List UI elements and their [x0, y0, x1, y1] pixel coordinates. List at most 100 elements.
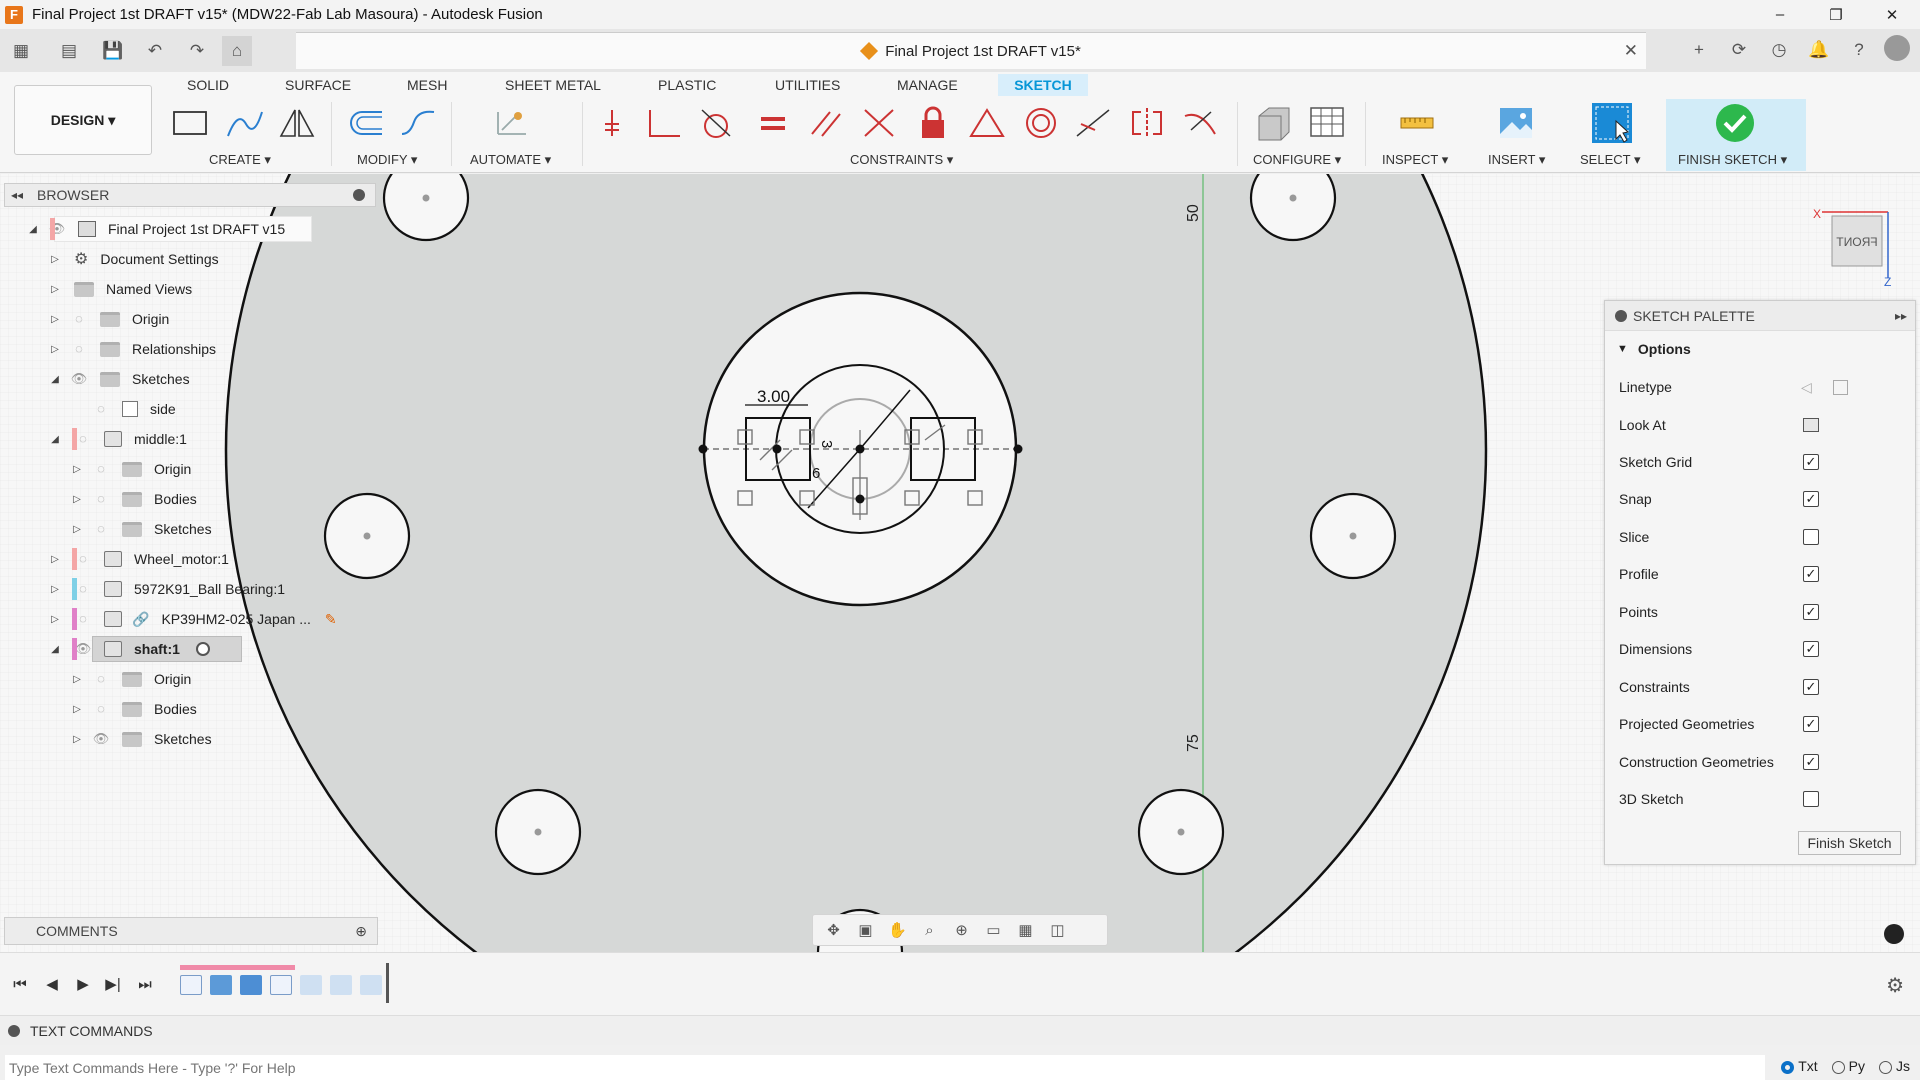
timeline-extrude-icon[interactable] — [240, 975, 262, 995]
text-commands-header[interactable]: TEXT COMMANDS — [0, 1015, 1920, 1045]
constraints-group-label[interactable]: CONSTRAINTS ▾ — [850, 152, 953, 168]
tab-utilities[interactable]: UTILITIES — [767, 74, 848, 96]
palette-row-constraints[interactable]: Constraints ✓ — [1619, 672, 1904, 702]
tree-item-shaft-bodies[interactable]: ▷ ◌ Bodies — [70, 696, 197, 722]
rectangle-tool-icon[interactable] — [168, 102, 212, 144]
tree-item-document-settings[interactable]: ▷ ⚙ Document Settings — [48, 246, 219, 272]
triangle-constraint-icon[interactable] — [965, 102, 1009, 144]
equal-constraint-icon[interactable] — [751, 102, 795, 144]
go-to-start-icon[interactable]: ⏮ — [9, 973, 31, 995]
timeline-extrude-icon[interactable] — [210, 975, 232, 995]
line-tool-icon[interactable] — [222, 102, 266, 144]
parallel-constraint-icon[interactable] — [804, 102, 848, 144]
document-tab[interactable]: Final Project 1st DRAFT v15* ✕ — [296, 32, 1646, 69]
select-tool-icon[interactable] — [1590, 102, 1634, 144]
app-grid-icon[interactable]: ▦ — [6, 36, 36, 66]
insert-group-label[interactable]: INSERT ▾ — [1488, 152, 1545, 168]
view-cube[interactable]: X Z FRONT — [1808, 206, 1894, 289]
look-at-icon[interactable] — [1803, 418, 1819, 432]
modify-group-label[interactable]: MODIFY ▾ — [357, 152, 417, 168]
finish-sketch-check-icon[interactable] — [1713, 102, 1757, 144]
go-to-end-icon[interactable]: ⏭ — [134, 973, 156, 995]
palette-row-3d-sketch[interactable]: 3D Sketch — [1619, 784, 1904, 814]
tree-item-shaft-sketches[interactable]: ▷ 👁 Sketches — [70, 726, 211, 752]
inspect-group-label[interactable]: INSPECT ▾ — [1382, 152, 1448, 168]
tree-item-sketches[interactable]: ◢ 👁 Sketches — [48, 366, 189, 392]
spline-modify-icon[interactable] — [396, 102, 440, 144]
comments-panel[interactable]: COMMENTS ⊕ — [4, 917, 378, 945]
tree-item-middle-origin[interactable]: ▷ ◌ Origin — [70, 456, 191, 482]
mirror-tool-icon[interactable] — [275, 102, 319, 144]
home-icon[interactable]: ⌂ — [222, 35, 252, 66]
browser-header[interactable]: ◂◂ BROWSER — [4, 183, 376, 207]
linetype-centerline-icon[interactable] — [1833, 379, 1848, 395]
options-section[interactable]: ▼ Options — [1605, 331, 1915, 367]
job-status-icon[interactable]: ◷ — [1764, 35, 1794, 65]
palette-row-projected-geometries[interactable]: Projected Geometries ✓ — [1619, 709, 1904, 739]
mode-txt-radio[interactable]: Txt — [1781, 1058, 1818, 1074]
workspace-dropdown[interactable]: DESIGN ▾ — [14, 85, 152, 155]
tab-mesh[interactable]: MESH — [399, 74, 455, 96]
tree-item-ball-bearing[interactable]: ▷ ◌ 5972K91_Ball Bearing:1 — [48, 576, 285, 602]
insert-image-icon[interactable] — [1494, 102, 1538, 144]
timeline-marker[interactable] — [386, 963, 389, 1003]
tree-item-wheel-motor[interactable]: ▷ ◌ Wheel_motor:1 — [48, 546, 229, 572]
timeline-sketch-icon[interactable] — [180, 975, 202, 995]
palette-row-slice[interactable]: Slice — [1619, 522, 1904, 552]
text-command-input[interactable] — [5, 1055, 1765, 1080]
step-back-icon[interactable]: ◀ — [41, 973, 63, 995]
new-tab-icon[interactable]: + — [1684, 35, 1714, 65]
tree-item-named-views[interactable]: ▷ Named Views — [48, 276, 192, 302]
timeline-sketch-icon[interactable] — [270, 975, 292, 995]
avatar[interactable] — [1884, 35, 1910, 61]
tree-item-origin[interactable]: ▷ ◌ Origin — [48, 306, 169, 332]
palette-row-sketch-grid[interactable]: Sketch Grid ✓ — [1619, 447, 1904, 477]
projected-geometries-checkbox[interactable]: ✓ — [1803, 716, 1819, 732]
browser-pin-icon[interactable] — [353, 189, 365, 201]
tab-plastic[interactable]: PLASTIC — [650, 74, 724, 96]
curvature-constraint-icon[interactable] — [1179, 102, 1223, 144]
display-settings-icon[interactable]: ▭ — [979, 918, 1008, 942]
sketch-grid-checkbox[interactable]: ✓ — [1803, 454, 1819, 470]
palette-row-snap[interactable]: Snap ✓ — [1619, 484, 1904, 514]
step-forward-icon[interactable]: ▶| — [102, 973, 124, 995]
3d-sketch-checkbox[interactable] — [1803, 791, 1819, 807]
tree-item-sketch-side[interactable]: ◌ side — [70, 396, 176, 422]
tree-item-shaft-origin[interactable]: ▷ ◌ Origin — [70, 666, 191, 692]
palette-finish-sketch-button[interactable]: Finish Sketch — [1798, 831, 1901, 855]
notifications-icon[interactable]: 🔔 — [1804, 35, 1834, 65]
tree-item-middle[interactable]: ◢ ◌ middle:1 — [48, 426, 187, 452]
grid-settings-icon[interactable]: ▦ — [1011, 918, 1040, 942]
collinear-constraint-icon[interactable] — [1071, 102, 1115, 144]
coincident-constraint-icon[interactable] — [590, 102, 634, 144]
profile-checkbox[interactable]: ✓ — [1803, 566, 1819, 582]
tab-sheet-metal[interactable]: SHEET METAL — [497, 74, 609, 96]
timeline-feature-icon[interactable] — [300, 975, 322, 995]
tree-item-kp39hm2[interactable]: ▷ ◌ 🔗 KP39HM2-025 Japan ... ✎ — [48, 606, 337, 632]
create-group-label[interactable]: CREATE ▾ — [209, 152, 271, 168]
add-comment-icon[interactable]: ⊕ — [355, 923, 367, 940]
perpendicular-constraint-icon[interactable] — [642, 102, 686, 144]
collapse-browser-icon[interactable]: ◂◂ — [11, 188, 23, 202]
automate-group-label[interactable]: AUTOMATE ▾ — [470, 152, 551, 168]
tree-item-shaft[interactable]: ◢ 👁 shaft:1 — [48, 636, 210, 662]
extensions-icon[interactable]: ⟳ — [1724, 35, 1754, 65]
tab-manage[interactable]: MANAGE — [889, 74, 966, 96]
pan-icon[interactable]: ✋ — [883, 918, 912, 942]
restore-button[interactable]: ❐ — [1808, 0, 1864, 29]
minimize-button[interactable]: – — [1752, 0, 1808, 29]
text-commands-collapse-icon[interactable] — [8, 1024, 20, 1037]
play-icon[interactable]: ▶ — [72, 973, 94, 995]
tree-item-root[interactable]: ◢ 👁 Final Project 1st DRAFT v15 — [26, 216, 285, 242]
configure-group-label[interactable]: CONFIGURE ▾ — [1253, 152, 1341, 168]
mode-js-radio[interactable]: Js — [1879, 1058, 1910, 1074]
camera-cube-icon[interactable] — [1884, 924, 1904, 944]
midpoint-constraint-icon[interactable] — [857, 102, 901, 144]
timeline-feature-icon[interactable] — [360, 975, 382, 995]
zoom-window-icon[interactable]: ⊕ — [947, 918, 976, 942]
configure-table-icon[interactable] — [1305, 102, 1349, 144]
tree-item-middle-sketches[interactable]: ▷ ◌ Sketches — [70, 516, 211, 542]
timeline-settings-gear-icon[interactable]: ⚙ — [1886, 973, 1904, 998]
tab-surface[interactable]: SURFACE — [277, 74, 359, 96]
tree-item-relationships[interactable]: ▷ ◌ Relationships — [48, 336, 216, 362]
